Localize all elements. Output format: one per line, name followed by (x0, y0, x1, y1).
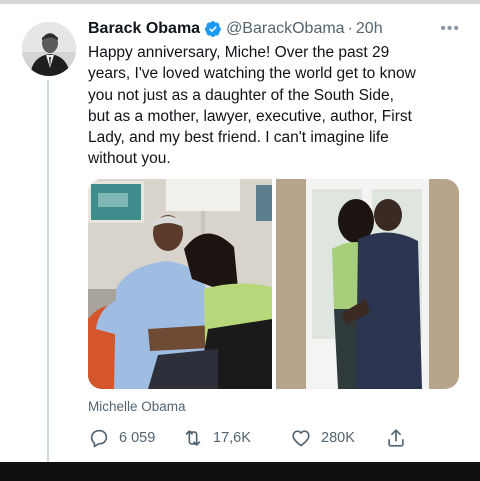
thread-line (47, 80, 49, 462)
retweet-button[interactable]: 17,6K (182, 427, 290, 449)
photo-couple-sofa[interactable] (88, 179, 272, 389)
tweet-actions: 6 059 17,6K 280K (88, 427, 448, 449)
avatar-photo (22, 22, 76, 76)
author-name[interactable]: Barack Obama (88, 20, 200, 38)
tweet-text: Happy anniversary, Miche! Over the past … (88, 44, 416, 168)
share-button[interactable] (385, 427, 416, 449)
tweet-media[interactable] (88, 179, 459, 389)
media-caption[interactable]: Michelle Obama (88, 399, 186, 414)
like-button[interactable]: 280K (290, 427, 385, 449)
photo-couple-window[interactable] (276, 179, 459, 389)
tweet-header: Barack Obama @BarackObama · 20h (88, 18, 468, 40)
share-icon (388, 429, 404, 447)
reply-icon (90, 429, 108, 448)
reply-button[interactable]: 6 059 (88, 427, 182, 449)
retweet-icon (185, 430, 201, 446)
tweet-time[interactable]: 20h (356, 20, 383, 38)
verified-badge-icon (204, 20, 222, 38)
status-strip (0, 0, 480, 4)
retweet-count: 17,6K (213, 430, 251, 446)
heart-icon (292, 430, 310, 447)
separator-dot: · (347, 20, 353, 37)
avatar[interactable] (22, 22, 76, 76)
reply-count: 6 059 (119, 430, 156, 446)
more-icon[interactable]: ••• (440, 20, 460, 38)
bottom-bar (0, 462, 480, 481)
author-handle[interactable]: @BarackObama (226, 20, 345, 38)
like-count: 280K (321, 430, 355, 446)
tweet: Barack Obama @BarackObama · 20h ••• Happ… (88, 18, 468, 170)
